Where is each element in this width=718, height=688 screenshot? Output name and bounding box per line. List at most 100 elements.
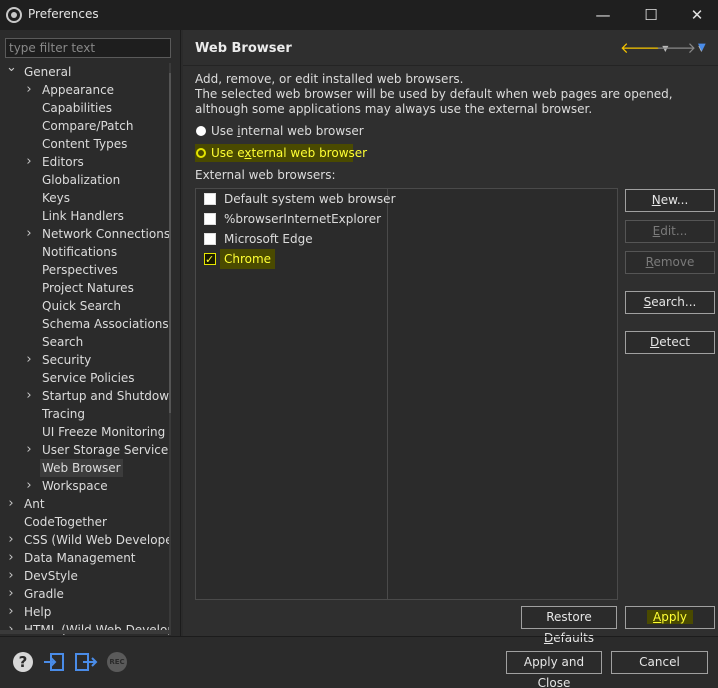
chevron-right-icon[interactable]: › xyxy=(6,549,16,567)
description-line-2: The selected web browser will be used by… xyxy=(195,87,673,116)
checkbox[interactable] xyxy=(204,250,216,270)
tree-item[interactable]: Project Natures xyxy=(0,279,170,297)
tree-item[interactable]: Perspectives xyxy=(0,261,170,279)
import-icon[interactable] xyxy=(43,651,65,673)
description-line-1: Add, remove, or edit installed web brows… xyxy=(195,72,464,86)
tree-item[interactable]: Service Policies xyxy=(0,369,170,387)
tree-item-label: Content Types xyxy=(42,137,128,151)
tree-item[interactable]: › Security xyxy=(0,351,170,369)
help-icon[interactable]: ? xyxy=(13,652,33,672)
chevron-down-icon[interactable]: ⌄ xyxy=(6,63,17,77)
cancel-button[interactable]: Cancel xyxy=(611,651,708,674)
edit-button[interactable]: Edit... xyxy=(625,220,715,243)
record-icon[interactable]: REC xyxy=(107,652,127,672)
radio-circle[interactable] xyxy=(196,126,206,136)
tree-item-label: Perspectives xyxy=(42,263,118,277)
detect-button[interactable]: Detect xyxy=(625,331,715,354)
tree-item[interactable]: UI Freeze Monitoring xyxy=(0,423,170,441)
window-title: Preferences xyxy=(28,7,99,21)
tree-item-label: Search xyxy=(42,335,84,349)
chevron-right-icon[interactable]: › xyxy=(24,387,34,405)
tree-item-label: Web Browser xyxy=(40,459,123,477)
tree-item[interactable]: › Appearance xyxy=(0,81,170,99)
chevron-right-icon[interactable]: › xyxy=(24,477,34,495)
export-icon[interactable] xyxy=(74,651,98,673)
tree-item-label: Notifications xyxy=(42,245,118,259)
chevron-right-icon[interactable]: › xyxy=(6,585,16,603)
scrollbar-thumb[interactable] xyxy=(169,73,171,413)
tree-item-label: Schema Associations xyxy=(42,317,169,331)
tree-item-label: General xyxy=(24,65,72,79)
chevron-right-icon[interactable]: › xyxy=(24,153,34,171)
tree-item[interactable]: Globalization xyxy=(0,171,170,189)
tree-item[interactable]: Search xyxy=(0,333,170,351)
tree-item-label: User Storage Service xyxy=(42,443,169,457)
tree-item[interactable]: Notifications xyxy=(0,243,170,261)
radio-label: Use internal web browser xyxy=(211,124,364,138)
filter-input[interactable] xyxy=(5,38,171,58)
tree-item[interactable]: › CSS (Wild Web Developer xyxy=(0,531,170,549)
tree-item[interactable]: › Ant xyxy=(0,495,170,513)
tree-item[interactable]: › Gradle xyxy=(0,585,170,603)
minimize-button[interactable]: — xyxy=(580,0,626,30)
tree-item[interactable]: › Help xyxy=(0,603,170,621)
checkbox[interactable] xyxy=(204,233,216,245)
new-button[interactable]: New... xyxy=(625,189,715,212)
external-browsers-label: External web browsers: xyxy=(195,168,336,182)
tree-item[interactable]: › Startup and Shutdown xyxy=(0,387,170,405)
remove-button[interactable]: Remove xyxy=(625,251,715,274)
tree-item[interactable]: Keys xyxy=(0,189,170,207)
chevron-right-icon[interactable]: › xyxy=(24,81,34,99)
tree-item[interactable]: Link Handlers xyxy=(0,207,170,225)
tree-item[interactable]: › DevStyle xyxy=(0,567,170,585)
tree-item-label: CSS (Wild Web Developer xyxy=(24,533,170,547)
tree-item[interactable]: ⌄ General xyxy=(0,63,170,81)
chevron-right-icon[interactable]: › xyxy=(6,567,16,585)
chevron-right-icon[interactable]: › xyxy=(6,495,16,513)
browser-list[interactable]: Default system web browser %browserIntern… xyxy=(195,188,618,600)
tree-item[interactable]: › Data Management xyxy=(0,549,170,567)
chevron-right-icon[interactable]: › xyxy=(24,225,34,243)
chevron-right-icon[interactable]: › xyxy=(6,531,16,549)
tree-horizontal-scrollbar[interactable] xyxy=(0,630,170,634)
tree-item[interactable]: Schema Associations xyxy=(0,315,170,333)
tree-item-label: Help xyxy=(24,605,52,619)
close-button[interactable]: ✕ xyxy=(674,0,718,30)
eclipse-app-icon xyxy=(6,7,22,23)
tree-item[interactable]: Web Browser xyxy=(0,459,170,477)
tree-item[interactable]: CodeTogether xyxy=(0,513,170,531)
preference-page: Web Browser 🡐 ▼ 🡒 ▼ ▼ Add, remove, or edit… xyxy=(183,30,718,645)
tree-item[interactable]: Capabilities xyxy=(0,99,170,117)
tree-item-label: Appearance xyxy=(42,83,115,97)
tree-item-label: Quick Search xyxy=(42,299,121,313)
chevron-right-icon[interactable]: › xyxy=(24,351,34,369)
chevron-right-icon[interactable]: › xyxy=(6,603,16,621)
tree-item[interactable]: › Editors xyxy=(0,153,170,171)
bottom-divider xyxy=(0,636,718,637)
tree-vertical-scrollbar[interactable] xyxy=(169,63,171,635)
tree-item[interactable]: Content Types xyxy=(0,135,170,153)
tree-item[interactable]: Quick Search xyxy=(0,297,170,315)
view-menu-icon[interactable]: ▼ xyxy=(698,39,706,57)
apply-button[interactable]: Apply xyxy=(625,606,715,629)
use-external-browser-radio[interactable]: Use external web browser xyxy=(195,144,367,162)
tree-item[interactable]: Tracing xyxy=(0,405,170,423)
tree-item[interactable]: › Workspace xyxy=(0,477,170,495)
checkbox[interactable] xyxy=(204,213,216,225)
restore-defaults-button[interactable]: Restore Defaults xyxy=(521,606,617,645)
tree-item[interactable]: › Network Connections xyxy=(0,225,170,243)
column-divider xyxy=(387,189,388,599)
tree-item[interactable]: › User Storage Service xyxy=(0,441,170,459)
apply-and-close-button[interactable]: Apply and Close xyxy=(506,651,602,688)
tree-item-label: Tracing xyxy=(42,407,86,421)
tree-item-label: Workspace xyxy=(42,479,108,493)
maximize-button[interactable]: ☐ xyxy=(628,0,674,30)
checkbox[interactable] xyxy=(204,193,216,205)
radio-circle[interactable] xyxy=(196,148,206,158)
search-button[interactable]: Search... xyxy=(625,291,715,314)
tree-item[interactable]: Compare/Patch xyxy=(0,117,170,135)
tree-item-label: Security xyxy=(42,353,92,367)
chevron-right-icon[interactable]: › xyxy=(24,441,34,459)
tree-item-label: Keys xyxy=(42,191,71,205)
tree-item-label: Data Management xyxy=(24,551,136,565)
